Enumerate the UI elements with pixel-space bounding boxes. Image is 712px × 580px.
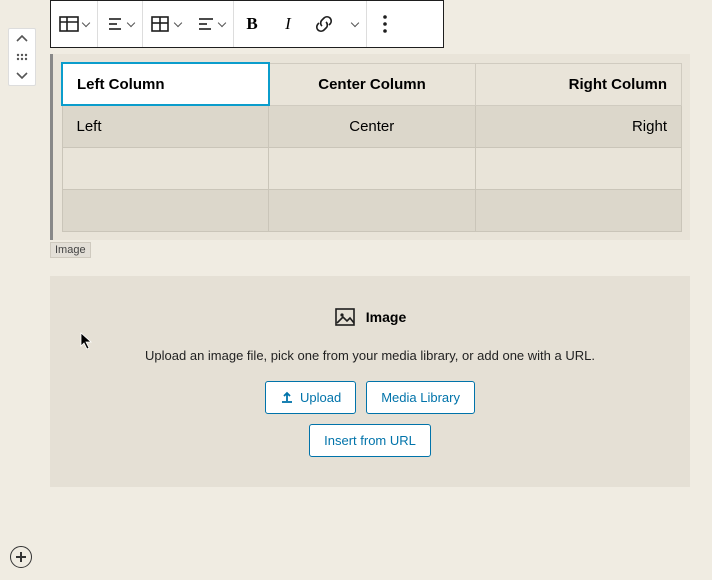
bold-icon: B — [246, 14, 257, 34]
image-block-placeholder[interactable]: Image Upload an image file, pick one fro… — [50, 276, 690, 487]
column-align-icon — [197, 15, 215, 33]
more-rich-text-button[interactable] — [342, 1, 366, 47]
block-type-label: Image — [50, 242, 91, 258]
table-cell[interactable] — [269, 189, 476, 231]
table-header-cell[interactable]: Left Column — [62, 63, 269, 105]
add-block-button[interactable] — [10, 546, 32, 568]
align-icon — [106, 15, 124, 33]
drag-handle-icon[interactable] — [16, 53, 28, 61]
table-cell[interactable]: Left — [62, 105, 269, 147]
table-header-cell[interactable]: Center Column — [269, 63, 476, 105]
link-icon — [314, 14, 334, 34]
italic-button[interactable]: I — [270, 1, 306, 47]
media-library-button[interactable]: Media Library — [366, 381, 475, 414]
chevron-down-icon — [82, 19, 90, 27]
table-header-cell[interactable]: Right Column — [475, 63, 682, 105]
upload-button[interactable]: Upload — [265, 381, 356, 414]
table-row — [62, 147, 682, 189]
table-cell[interactable]: Right — [475, 105, 682, 147]
bold-button[interactable]: B — [234, 1, 270, 47]
table-row — [62, 189, 682, 231]
column-align-button[interactable] — [189, 1, 233, 47]
upload-icon — [280, 390, 294, 404]
table-block-type-button[interactable] — [51, 1, 97, 47]
image-icon — [334, 306, 356, 328]
edit-table-button[interactable] — [143, 1, 189, 47]
upload-button-label: Upload — [300, 390, 341, 405]
mouse-cursor-icon — [80, 332, 94, 350]
table-row: Left Center Right — [62, 105, 682, 147]
chevron-down-icon — [351, 19, 359, 27]
table-icon — [59, 14, 79, 34]
image-block-title: Image — [366, 309, 406, 325]
table-cell[interactable] — [269, 147, 476, 189]
italic-icon: I — [285, 14, 291, 34]
more-vertical-icon — [383, 15, 387, 33]
table[interactable]: Left Column Center Column Right Column L… — [61, 62, 682, 232]
more-options-button[interactable] — [367, 1, 403, 47]
move-up-icon[interactable] — [16, 35, 28, 43]
table-header-row: Left Column Center Column Right Column — [62, 63, 682, 105]
table-cell[interactable] — [475, 147, 682, 189]
insert-from-url-button-label: Insert from URL — [324, 433, 416, 448]
move-down-icon[interactable] — [16, 71, 28, 79]
block-toolbar: B I — [50, 0, 444, 48]
table-cell[interactable] — [475, 189, 682, 231]
insert-from-url-button[interactable]: Insert from URL — [309, 424, 431, 457]
chevron-down-icon — [218, 19, 226, 27]
block-mover[interactable] — [8, 28, 36, 86]
image-block-description: Upload an image file, pick one from your… — [80, 348, 660, 363]
chevron-down-icon — [174, 19, 182, 27]
table-cell[interactable] — [62, 189, 269, 231]
chevron-down-icon — [127, 19, 135, 27]
table-block[interactable]: Left Column Center Column Right Column L… — [50, 54, 690, 240]
edit-table-icon — [151, 15, 171, 33]
media-library-button-label: Media Library — [381, 390, 460, 405]
table-cell[interactable] — [62, 147, 269, 189]
link-button[interactable] — [306, 1, 342, 47]
table-cell[interactable]: Center — [269, 105, 476, 147]
align-button[interactable] — [98, 1, 142, 47]
